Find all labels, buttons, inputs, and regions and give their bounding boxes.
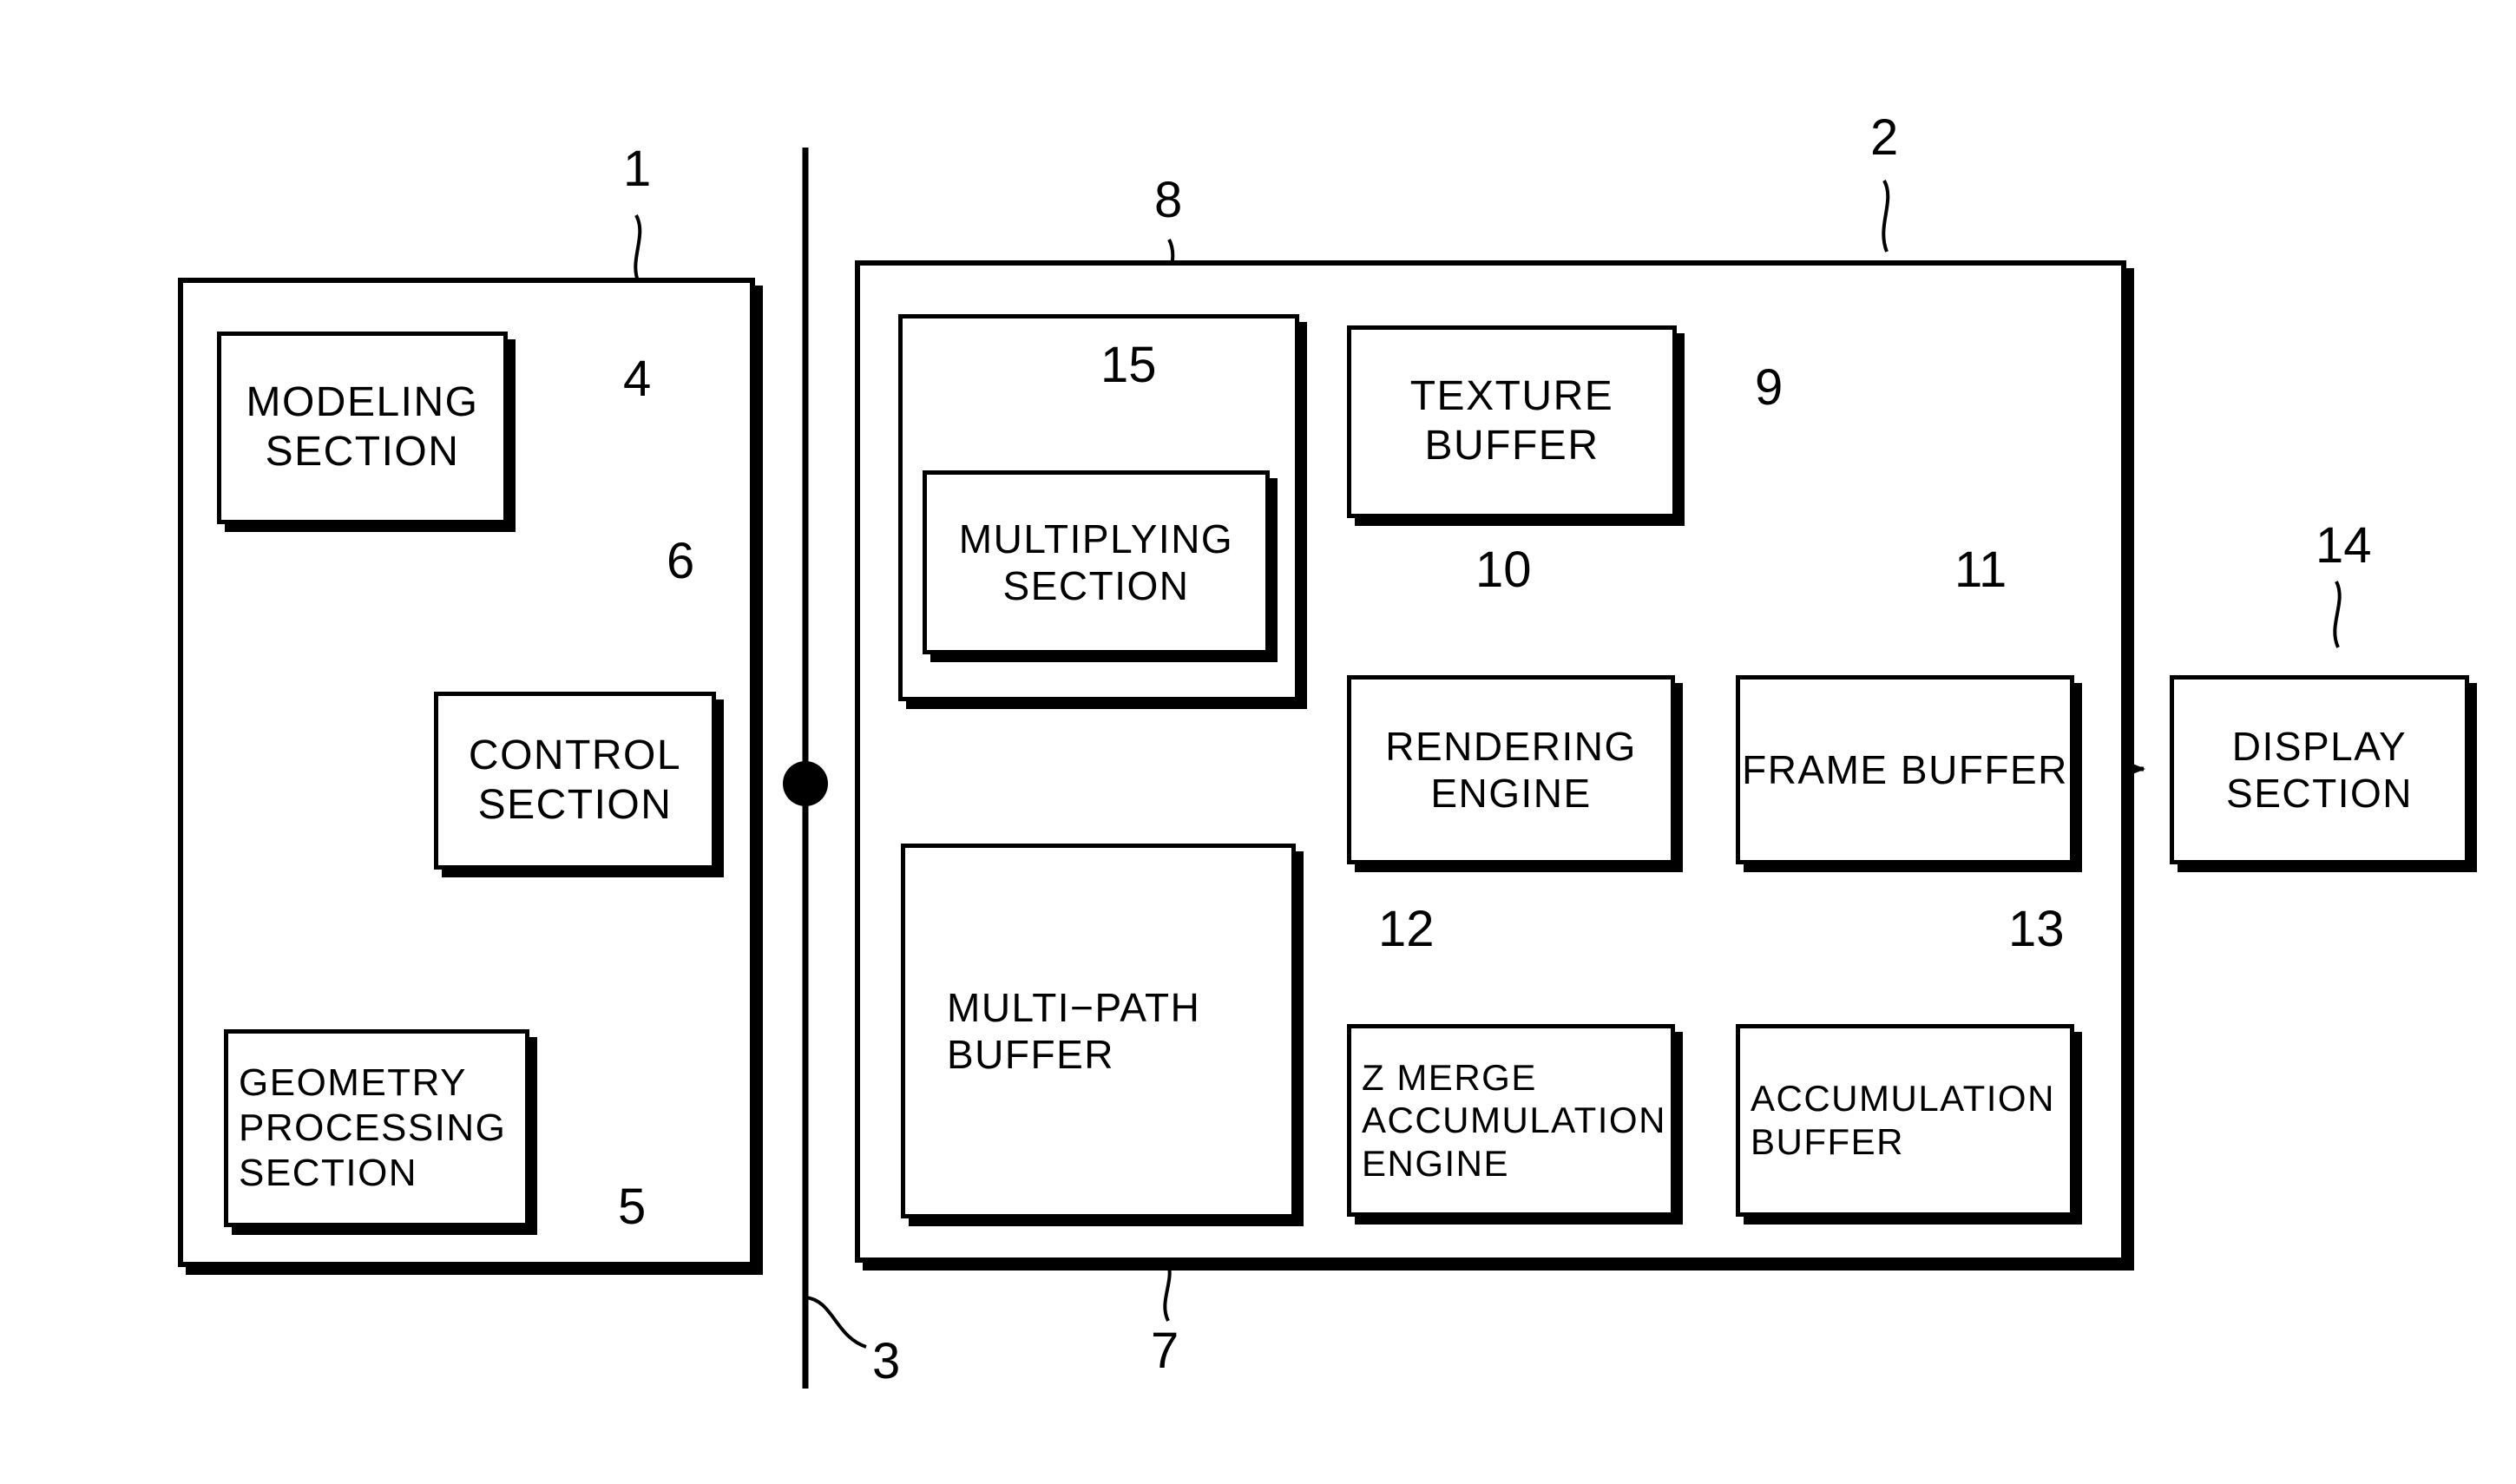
reference-numeral-4: 4 — [623, 351, 652, 407]
multiplying-section-label: MULTIPLYING SECTION — [958, 515, 1234, 608]
reference-numeral-7: 7 — [1151, 1323, 1179, 1379]
multi-path-buffer-label: MULTI−PATH BUFFER — [947, 984, 1201, 1077]
accumulation-buffer-label: ACCUMULATION BUFFER — [1751, 1078, 2055, 1162]
modeling-section-label: MODELING SECTION — [246, 379, 479, 475]
reference-numeral-6: 6 — [667, 533, 695, 589]
reference-numeral-1: 1 — [623, 141, 652, 197]
reference-numeral-11: 11 — [1954, 542, 2007, 598]
rendering-engine-block[interactable]: RENDERING ENGINE — [1347, 675, 1675, 864]
rendering-engine-label: RENDERING ENGINE — [1385, 723, 1637, 816]
control-section-block[interactable]: CONTROL SECTION — [434, 692, 716, 870]
display-section-block[interactable]: DISPLAY SECTION — [2170, 675, 2469, 864]
reference-numeral-14: 14 — [2316, 517, 2372, 574]
reference-numeral-10: 10 — [1475, 542, 1532, 598]
reference-numeral-13: 13 — [2008, 901, 2065, 957]
control-section-label: CONTROL SECTION — [468, 732, 682, 828]
reference-numeral-9: 9 — [1755, 359, 1784, 416]
z-merge-accumulation-engine-block[interactable]: Z MERGE ACCUMULATION ENGINE — [1347, 1024, 1675, 1217]
geometry-processing-section-label: GEOMETRY PROCESSING SECTION — [239, 1061, 507, 1194]
texture-buffer-label: TEXTURE BUFFER — [1409, 373, 1614, 469]
reference-numeral-3: 3 — [872, 1333, 901, 1389]
multiplying-section-block[interactable]: MULTIPLYING SECTION — [923, 470, 1270, 654]
modeling-section-block[interactable]: MODELING SECTION — [217, 332, 508, 524]
geometry-processing-section-block[interactable]: GEOMETRY PROCESSING SECTION — [224, 1029, 529, 1227]
reference-numeral-5: 5 — [618, 1179, 647, 1235]
texture-buffer-block[interactable]: TEXTURE BUFFER — [1347, 325, 1677, 518]
frame-buffer-label: FRAME BUFFER — [1742, 746, 2068, 792]
reference-numeral-2: 2 — [1870, 109, 1899, 166]
reference-numeral-15: 15 — [1100, 337, 1157, 393]
bus-junction-dot — [783, 761, 828, 806]
figure-canvas: MODELING SECTION CONTROL SECTION GEOMETR… — [0, 0, 2516, 1484]
frame-buffer-block[interactable]: FRAME BUFFER — [1736, 675, 2074, 864]
z-merge-accumulation-engine-label: Z MERGE ACCUMULATION ENGINE — [1362, 1056, 1666, 1184]
system-bus-line — [783, 148, 828, 1389]
reference-numeral-8: 8 — [1154, 172, 1183, 228]
accumulation-buffer-block[interactable]: ACCUMULATION BUFFER — [1736, 1024, 2074, 1217]
multi-path-buffer-block[interactable]: MULTI−PATH BUFFER — [901, 844, 1296, 1218]
reference-numeral-12: 12 — [1378, 901, 1435, 957]
display-section-label: DISPLAY SECTION — [2226, 723, 2413, 816]
